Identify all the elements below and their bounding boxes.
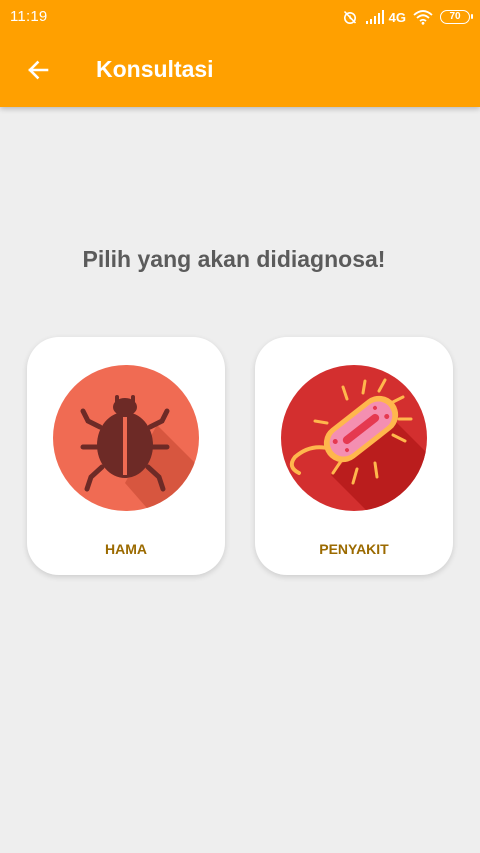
wifi-icon xyxy=(413,9,433,25)
app-bar: 11:19 4G 70 Konsultasi xyxy=(0,0,480,107)
status-icons: 4G 70 xyxy=(342,7,473,27)
status-time: 11:19 xyxy=(10,8,48,25)
hama-card[interactable]: HAMA xyxy=(27,337,225,575)
bacteria-icon xyxy=(281,365,427,511)
network-type: 4G xyxy=(388,9,406,25)
status-bar: 11:19 4G 70 xyxy=(0,0,480,36)
battery-indicator: 70 xyxy=(440,10,473,24)
hama-label: HAMA xyxy=(105,541,147,557)
arrow-left-icon xyxy=(26,58,50,87)
bug-icon xyxy=(53,365,199,511)
back-button[interactable] xyxy=(18,52,58,92)
penyakit-card[interactable]: PENYAKIT xyxy=(255,337,453,575)
diagnosis-prompt-heading: Pilih yang akan didiagnosa! xyxy=(82,246,386,272)
alarm-off-icon xyxy=(342,9,358,25)
penyakit-label: PENYAKIT xyxy=(319,541,389,557)
signal-icon xyxy=(365,10,385,24)
page-title: Konsultasi xyxy=(96,56,214,82)
